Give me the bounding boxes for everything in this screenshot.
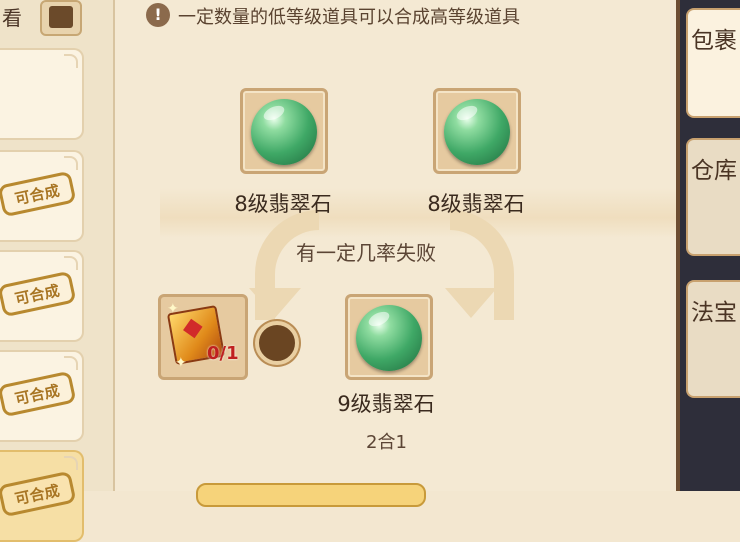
emerald-orb-icon [444,99,510,165]
list-item[interactable]: 可合成 [0,250,84,342]
info-icon: ! [146,3,170,27]
sparkle-icon: ✦ [167,301,179,317]
list-item-selected[interactable]: 可合成 [0,450,84,542]
emerald-orb-icon [356,305,422,371]
emerald-orb-icon [251,99,317,165]
input-item-slot-1[interactable] [240,88,328,174]
combine-button[interactable] [196,483,426,507]
view-toggle-icon [49,6,73,28]
craftable-badge: 可合成 [0,170,77,218]
sparkle-icon: ✦ [175,355,187,371]
list-item[interactable]: 可合成 [0,150,84,242]
list-item[interactable] [0,48,84,140]
combine-ratio: 2合1 [366,432,407,453]
tool-count: 0/1 [207,343,239,364]
view-label: 看 [2,6,22,30]
input-item-slot-2[interactable] [433,88,521,174]
tool-item-slot[interactable]: ✦ ✦ 0/1 [158,294,248,380]
fail-chance-text: 有一定几率失败 [296,241,436,265]
view-toggle-button[interactable] [40,0,82,36]
hint-text: 一定数量的低等级道具可以合成高等级道具 [178,7,520,28]
input-item-name-2: 8级翡翠石 [427,192,525,216]
output-item-slot[interactable] [345,294,433,380]
tab-treasure[interactable]: 法宝 [686,280,740,398]
output-item-name: 9级翡翠石 [337,392,435,416]
item-list-panel: 看 可合成 可合成 可合成 可合成 [0,0,115,542]
arrow-left-head [249,288,301,318]
craftable-badge: 可合成 [0,470,77,518]
view-row: 看 [0,0,113,42]
list-item[interactable]: 可合成 [0,350,84,442]
tab-warehouse[interactable]: 仓库 [686,138,740,256]
input-item-name-1: 8级翡翠石 [234,192,332,216]
tab-bag[interactable]: 包裹 [686,8,740,118]
craftable-badge: 可合成 [0,270,77,318]
arrow-right-head [445,288,497,318]
craftable-badge: 可合成 [0,370,77,418]
empty-slot-button[interactable] [255,321,299,365]
